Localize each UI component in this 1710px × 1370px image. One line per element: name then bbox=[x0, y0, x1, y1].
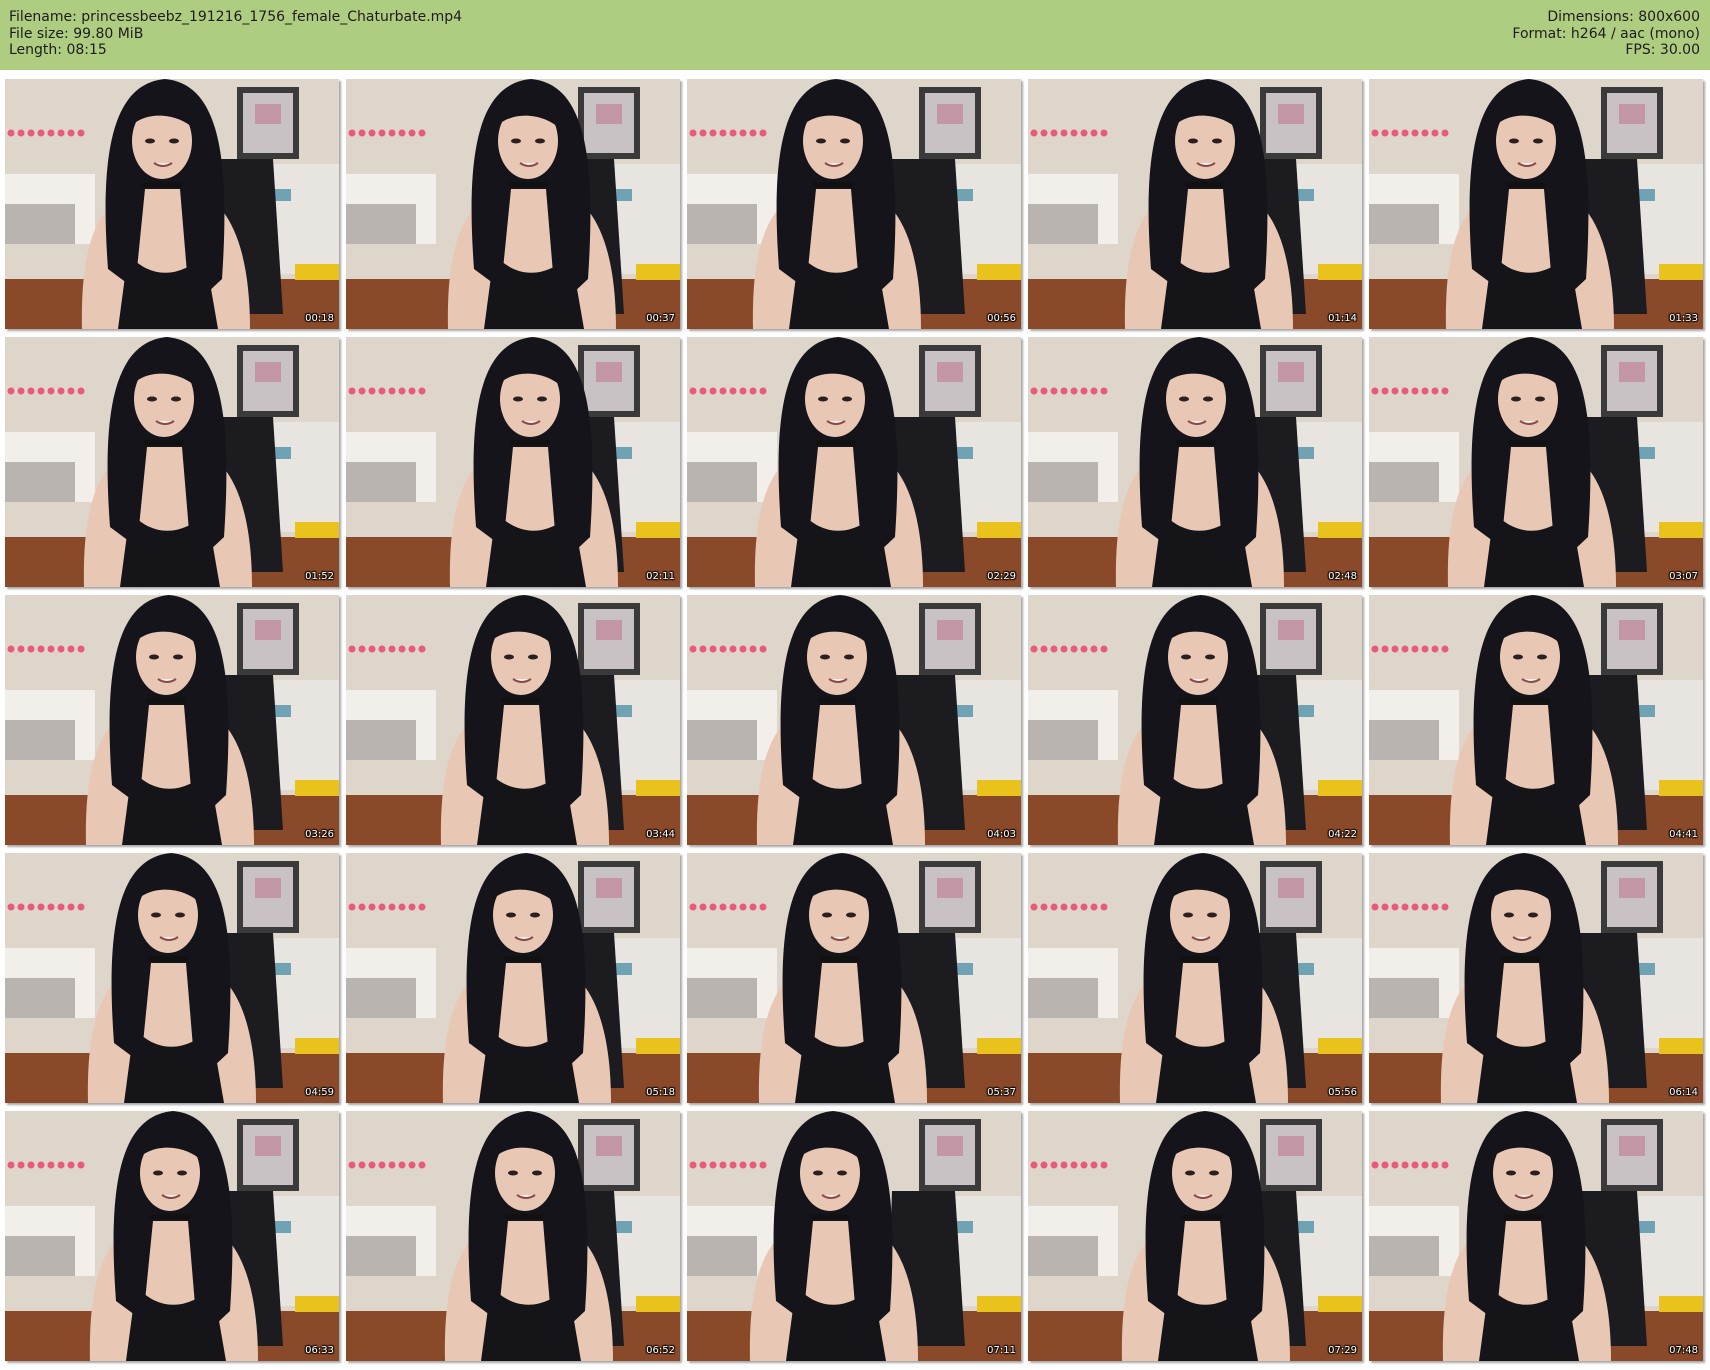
timestamp-label: 02:29 bbox=[987, 571, 1016, 582]
thumbnail-frame[interactable]: 02:48 bbox=[1028, 337, 1362, 587]
filename-label: Filename: princessbeebz_191216_1756_fema… bbox=[9, 9, 463, 25]
frame-image bbox=[687, 1111, 1021, 1361]
thumbnail-frame[interactable]: 00:37 bbox=[346, 79, 680, 329]
timestamp-label: 07:29 bbox=[1328, 1345, 1357, 1356]
thumbnail-frame[interactable]: 07:29 bbox=[1028, 1111, 1362, 1361]
frame-image bbox=[5, 853, 339, 1103]
frame-image bbox=[1028, 595, 1362, 845]
frame-image bbox=[1369, 337, 1703, 587]
thumbnail-frame[interactable]: 06:33 bbox=[5, 1111, 339, 1361]
thumbnail-frame[interactable]: 04:41 bbox=[1369, 595, 1703, 845]
timestamp-label: 03:07 bbox=[1669, 571, 1698, 582]
timestamp-label: 03:44 bbox=[646, 829, 675, 840]
frame-image bbox=[1028, 79, 1362, 329]
frame-image bbox=[5, 79, 339, 329]
thumbnail-frame[interactable]: 00:18 bbox=[5, 79, 339, 329]
timestamp-label: 04:41 bbox=[1669, 829, 1698, 840]
timestamp-label: 05:37 bbox=[987, 1087, 1016, 1098]
frame-image bbox=[346, 595, 680, 845]
frame-image bbox=[346, 1111, 680, 1361]
thumbnail-frame[interactable]: 05:37 bbox=[687, 853, 1021, 1103]
frame-image bbox=[1028, 1111, 1362, 1361]
thumbnail-frame[interactable]: 01:52 bbox=[5, 337, 339, 587]
thumbnail-frame[interactable]: 05:18 bbox=[346, 853, 680, 1103]
fps-label: FPS: 30.00 bbox=[1625, 42, 1700, 58]
timestamp-label: 01:52 bbox=[305, 571, 334, 582]
timestamp-label: 00:18 bbox=[305, 313, 334, 324]
timestamp-label: 00:37 bbox=[646, 313, 675, 324]
timestamp-label: 04:59 bbox=[305, 1087, 334, 1098]
frame-image bbox=[687, 853, 1021, 1103]
timestamp-label: 04:22 bbox=[1328, 829, 1357, 840]
thumbnail-frame[interactable]: 02:29 bbox=[687, 337, 1021, 587]
thumbnail-grid: 00:18 00:37 00:56 01:14 01:33 01:52 02:11 02:29… bbox=[5, 79, 1703, 1361]
thumbnail-frame[interactable]: 04:59 bbox=[5, 853, 339, 1103]
timestamp-label: 05:56 bbox=[1328, 1087, 1357, 1098]
thumbnail-frame[interactable]: 07:11 bbox=[687, 1111, 1021, 1361]
frame-image bbox=[5, 337, 339, 587]
timestamp-label: 05:18 bbox=[646, 1087, 675, 1098]
format-label: Format: h264 / aac (mono) bbox=[1512, 25, 1700, 42]
timestamp-label: 01:33 bbox=[1669, 313, 1698, 324]
timestamp-label: 03:26 bbox=[305, 829, 334, 840]
timestamp-label: 06:33 bbox=[305, 1345, 334, 1356]
thumbnail-frame[interactable]: 03:44 bbox=[346, 595, 680, 845]
timestamp-label: 02:11 bbox=[646, 571, 675, 582]
thumbnail-frame[interactable]: 06:52 bbox=[346, 1111, 680, 1361]
timestamp-label: 06:14 bbox=[1669, 1087, 1698, 1098]
frame-image bbox=[687, 337, 1021, 587]
frame-image bbox=[346, 853, 680, 1103]
thumbnail-frame[interactable]: 07:48 bbox=[1369, 1111, 1703, 1361]
info-header: Filename: princessbeebz_191216_1756_fema… bbox=[0, 0, 1710, 70]
thumbnail-frame[interactable]: 01:14 bbox=[1028, 79, 1362, 329]
frame-image bbox=[5, 1111, 339, 1361]
frame-image bbox=[1369, 79, 1703, 329]
frame-image bbox=[346, 337, 680, 587]
timestamp-label: 04:03 bbox=[987, 829, 1016, 840]
frame-image bbox=[346, 79, 680, 329]
timestamp-label: 06:52 bbox=[646, 1345, 675, 1356]
thumbnail-frame[interactable]: 06:14 bbox=[1369, 853, 1703, 1103]
dimensions-label: Dimensions: 800x600 bbox=[1547, 9, 1700, 25]
filesize-label: File size: 99.80 MiB bbox=[9, 25, 144, 42]
frame-image bbox=[1369, 853, 1703, 1103]
timestamp-label: 02:48 bbox=[1328, 571, 1357, 582]
file-info: Filename: princessbeebz_191216_1756_fema… bbox=[9, 9, 462, 59]
timestamp-label: 00:56 bbox=[987, 313, 1016, 324]
thumbnail-frame[interactable]: 05:56 bbox=[1028, 853, 1362, 1103]
frame-image bbox=[687, 595, 1021, 845]
thumbnail-frame[interactable]: 00:56 bbox=[687, 79, 1021, 329]
frame-image bbox=[5, 595, 339, 845]
thumbnail-frame[interactable]: 02:11 bbox=[346, 337, 680, 587]
frame-image bbox=[687, 79, 1021, 329]
frame-image bbox=[1369, 595, 1703, 845]
frame-image bbox=[1369, 1111, 1703, 1361]
timestamp-label: 07:11 bbox=[987, 1345, 1016, 1356]
thumbnail-frame[interactable]: 04:03 bbox=[687, 595, 1021, 845]
timestamp-label: 07:48 bbox=[1669, 1345, 1698, 1356]
thumbnail-frame[interactable]: 01:33 bbox=[1369, 79, 1703, 329]
length-label: Length: 08:15 bbox=[9, 42, 107, 58]
timestamp-label: 01:14 bbox=[1328, 313, 1357, 324]
frame-image bbox=[1028, 853, 1362, 1103]
thumbnail-frame[interactable]: 04:22 bbox=[1028, 595, 1362, 845]
frame-image bbox=[1028, 337, 1362, 587]
thumbnail-frame[interactable]: 03:26 bbox=[5, 595, 339, 845]
thumbnail-frame[interactable]: 03:07 bbox=[1369, 337, 1703, 587]
video-info: Dimensions: 800x600 Format: h264 / aac (… bbox=[1512, 9, 1700, 59]
